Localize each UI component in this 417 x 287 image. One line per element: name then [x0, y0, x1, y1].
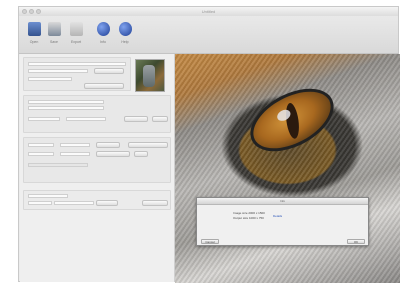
output-height-field[interactable]	[66, 117, 106, 121]
source-group	[23, 57, 131, 91]
info-globe-icon	[96, 22, 110, 36]
toolbar-open-label: Open	[29, 40, 39, 44]
options-group	[23, 137, 171, 183]
source-size-field[interactable]	[28, 69, 88, 73]
toolbar-export-label: Export	[70, 40, 82, 44]
toolbar-open-button[interactable]: Open	[23, 22, 45, 50]
toolbar-help-label: Help	[121, 40, 129, 44]
output-units-button[interactable]	[124, 116, 148, 122]
output-lock-button[interactable]	[152, 116, 168, 122]
option-apply-button[interactable]	[128, 142, 168, 148]
option-noise-field[interactable]	[60, 152, 90, 156]
dialog-details-link[interactable]: Details	[273, 214, 282, 218]
info-dialog: Info Image size 2000 x 1500 Output size …	[196, 197, 369, 246]
open-file-icon	[27, 22, 41, 36]
output-folder-field[interactable]	[28, 106, 104, 110]
option-extra-button[interactable]	[134, 151, 148, 157]
preview-eye-region	[240, 75, 344, 165]
batch-prefix-field[interactable]	[54, 201, 94, 205]
dialog-cancel-button[interactable]: Cancel	[201, 239, 219, 244]
save-icon	[47, 22, 61, 36]
choose-source-button[interactable]	[94, 68, 124, 74]
dialog-title: Info	[197, 198, 368, 205]
option-checkbox[interactable]	[28, 163, 88, 167]
toolbar-export-button[interactable]: Export	[65, 22, 87, 50]
toolbar-save-button[interactable]: Save	[45, 22, 63, 50]
output-name-field[interactable]	[28, 100, 104, 104]
thumbnail-subject	[143, 65, 155, 87]
option-resolution-field[interactable]	[60, 143, 90, 147]
option-quality-field[interactable]	[28, 143, 54, 147]
dialog-line-2: Output size 1000 x 750	[233, 216, 264, 220]
toolbar-info-label: Info	[100, 40, 106, 44]
preview-pupil	[284, 102, 301, 140]
toolbar: Open Save Export Info Help	[19, 16, 398, 54]
source-thumbnail	[135, 59, 165, 92]
source-path-field[interactable]	[28, 62, 126, 66]
batch-browse-button[interactable]	[96, 200, 118, 206]
load-source-button[interactable]	[84, 83, 124, 89]
output-group	[23, 95, 171, 133]
output-width-field[interactable]	[28, 117, 60, 121]
option-reset-button[interactable]	[96, 151, 130, 157]
window-title: Untitled	[201, 9, 216, 14]
dialog-line-1: Image size 2000 x 1500	[233, 211, 265, 215]
toolbar-help-button[interactable]: Help	[114, 22, 136, 50]
batch-count-field[interactable]	[28, 201, 52, 205]
batch-run-button[interactable]	[142, 200, 168, 206]
image-preview[interactable]	[175, 54, 400, 283]
option-sharpen-field[interactable]	[28, 152, 54, 156]
batch-group	[23, 190, 171, 210]
batch-mode-field[interactable]	[28, 194, 68, 198]
toolbar-save-label: Save	[50, 40, 58, 44]
help-globe-icon	[118, 22, 132, 36]
option-preset-button[interactable]	[96, 142, 120, 148]
source-format-field[interactable]	[28, 77, 72, 81]
dialog-ok-button[interactable]: OK	[347, 239, 365, 244]
export-icon	[69, 22, 83, 36]
toolbar-info-button[interactable]: Info	[92, 22, 114, 50]
